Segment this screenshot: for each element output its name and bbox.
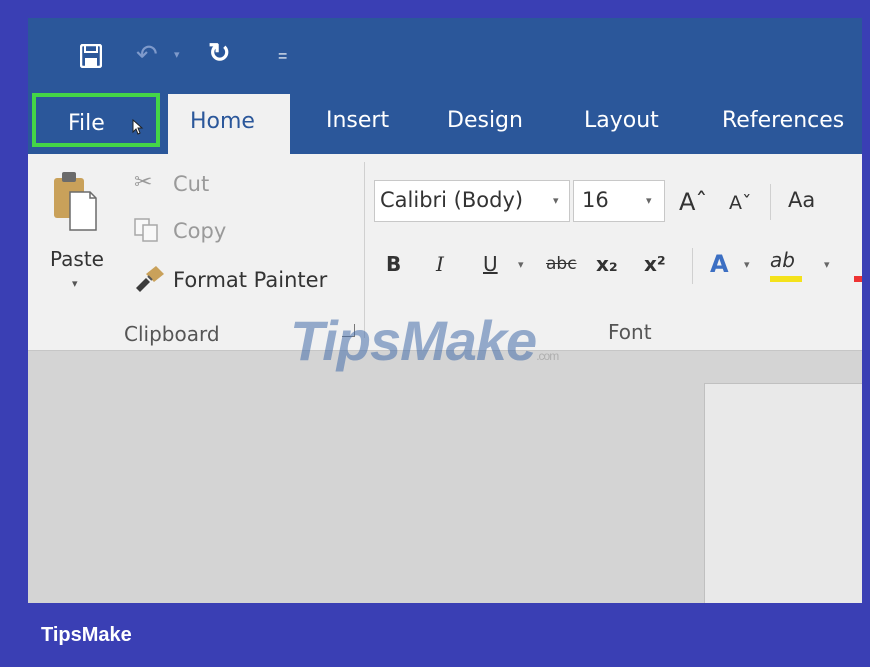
highlight-color-swatch xyxy=(770,276,802,282)
font-color-icon[interactable] xyxy=(854,276,862,282)
font-size-chevron-down-icon[interactable]: ▾ xyxy=(646,194,652,207)
tab-home[interactable]: Home xyxy=(168,94,290,154)
redo-icon[interactable]: ↻ xyxy=(208,40,231,67)
font-size-value: 16 xyxy=(582,188,609,212)
document-page[interactable] xyxy=(704,383,862,603)
format-painter-icon[interactable] xyxy=(132,264,166,292)
clipboard-group-label: Clipboard xyxy=(124,322,220,346)
screenshot-frame: ↶ ▾ ↻ = File Home Insert Design Layout R… xyxy=(0,0,870,667)
tab-insert[interactable]: Insert xyxy=(316,88,399,154)
change-case-button[interactable]: Aa xyxy=(788,188,815,212)
superscript-button[interactable]: x² xyxy=(644,252,666,276)
font-name-value: Calibri (Body) xyxy=(380,188,524,212)
tab-design[interactable]: Design xyxy=(437,88,533,154)
highlight-color-button[interactable]: ab xyxy=(770,248,795,272)
customize-toolbar-icon[interactable]: = xyxy=(278,48,287,66)
document-canvas xyxy=(28,351,862,603)
grow-font-button[interactable]: Aˆ xyxy=(679,188,707,216)
underline-chevron-down-icon[interactable]: ▾ xyxy=(518,258,524,271)
paste-button-label[interactable]: Paste xyxy=(50,247,104,271)
italic-button[interactable]: I xyxy=(436,252,444,276)
quick-access-toolbar: ↶ ▾ ↻ = xyxy=(28,18,862,88)
shrink-font-button[interactable]: Aˇ xyxy=(729,192,752,214)
text-effects-button[interactable]: A xyxy=(710,250,729,278)
mouse-cursor-icon xyxy=(132,119,144,135)
divider xyxy=(770,184,771,220)
watermark-text: TipsMake xyxy=(290,309,537,372)
tab-file[interactable]: File xyxy=(32,93,160,147)
save-icon[interactable] xyxy=(80,44,102,68)
bold-button[interactable]: B xyxy=(386,252,401,276)
format-painter-label[interactable]: Format Painter xyxy=(173,268,327,292)
word-window: ↶ ▾ ↻ = File Home Insert Design Layout R… xyxy=(28,18,862,603)
undo-icon[interactable]: ↶ xyxy=(136,41,158,67)
paste-icon[interactable] xyxy=(52,170,98,232)
cut-icon[interactable]: ✂ xyxy=(134,170,152,195)
cut-button-label[interactable]: Cut xyxy=(173,172,209,196)
tab-references[interactable]: References xyxy=(712,88,854,154)
tab-layout[interactable]: Layout xyxy=(574,88,669,154)
text-effects-chevron-down-icon[interactable]: ▾ xyxy=(744,258,750,271)
strikethrough-button[interactable]: abc xyxy=(546,254,577,274)
divider xyxy=(692,248,693,284)
highlight-chevron-down-icon[interactable]: ▾ xyxy=(824,258,830,271)
font-name-chevron-down-icon[interactable]: ▾ xyxy=(553,194,559,207)
undo-dropdown-icon[interactable]: ▾ xyxy=(174,48,180,61)
copy-icon[interactable] xyxy=(134,218,160,242)
watermark-logo: TipsMake.com xyxy=(290,308,559,373)
tab-file-label: File xyxy=(68,111,105,136)
copy-button-label[interactable]: Copy xyxy=(173,219,226,243)
underline-button[interactable]: U xyxy=(483,252,498,276)
font-group-label: Font xyxy=(608,320,652,344)
footer-brand: TipsMake xyxy=(41,624,132,646)
subscript-button[interactable]: x₂ xyxy=(596,252,618,276)
paste-options-chevron-icon[interactable]: ▾ xyxy=(72,277,78,290)
watermark-suffix: .com xyxy=(536,349,559,363)
ribbon-tabs: File Home Insert Design Layout Reference… xyxy=(28,88,862,154)
